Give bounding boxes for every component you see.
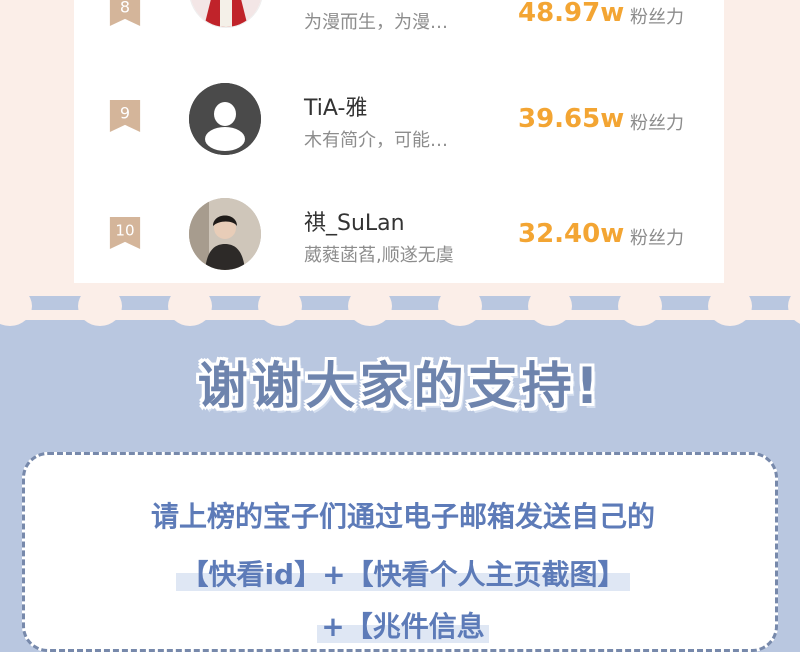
fan-label: 粉丝力 — [630, 228, 684, 249]
fan-count: 48.97w — [518, 0, 625, 28]
notice-text: 请上榜的宝子们通过电子邮箱发送自己的 — [150, 500, 655, 533]
notice-box: 请上榜的宝子们通过电子邮箱发送自己的 【快看id】+【快看个人主页截图】 +【兆… — [22, 452, 778, 652]
notice-text: +【兆件信息 — [317, 610, 489, 643]
illustrated-avatar-icon — [190, 0, 262, 27]
rank-number: 8 — [120, 0, 130, 17]
user-name[interactable]: 祺_SuLan — [304, 205, 405, 237]
fan-count: 32.40w — [518, 219, 625, 249]
photo-avatar-icon — [189, 198, 261, 270]
scallop-border — [0, 296, 800, 326]
notice-line-2: 【快看id】+【快看个人主页截图】 — [25, 553, 781, 593]
rank-badge: 8 — [109, 0, 141, 26]
notice-line-3: +【兆件信息 — [25, 605, 781, 645]
notice-text: 【快看id】+【快看个人主页截图】 — [176, 558, 630, 591]
rank-number: 10 — [115, 222, 134, 240]
avatar[interactable] — [189, 0, 263, 28]
avatar[interactable] — [189, 83, 261, 155]
rank-badge: 9 — [109, 100, 141, 132]
ranking-row[interactable]: 8 为漫而生，为漫… 48.97w 粉丝力 — [74, 0, 724, 60]
thanks-title: 谢谢大家的支持! — [197, 357, 603, 415]
user-bio: 木有简介，可能… — [304, 130, 448, 151]
ranking-row[interactable]: 10 祺_SuLan 葳蕤菡萏,顺遂无虞 32.40w 粉丝力 — [74, 185, 724, 285]
user-bio: 为漫而生，为漫… — [304, 12, 448, 33]
fan-label: 粉丝力 — [630, 7, 684, 28]
ranking-card: 8 为漫而生，为漫… 48.97w 粉丝力 9 TiA-雅 木有简介，可能… 3… — [74, 0, 724, 283]
default-avatar-icon — [189, 83, 261, 155]
rank-number: 9 — [120, 104, 130, 123]
user-bio: 葳蕤菡萏,顺遂无虞 — [304, 245, 454, 266]
ranking-section: 8 为漫而生，为漫… 48.97w 粉丝力 9 TiA-雅 木有简介，可能… 3… — [0, 0, 800, 320]
ranking-row[interactable]: 9 TiA-雅 木有简介，可能… 39.65w 粉丝力 — [74, 70, 724, 170]
user-name[interactable]: TiA-雅 — [304, 90, 367, 122]
rank-badge: 10 — [109, 217, 141, 249]
fan-count: 39.65w — [518, 104, 625, 134]
avatar[interactable] — [189, 198, 261, 270]
fan-label: 粉丝力 — [630, 113, 684, 134]
notice-line-1: 请上榜的宝子们通过电子邮箱发送自己的 — [25, 495, 781, 535]
